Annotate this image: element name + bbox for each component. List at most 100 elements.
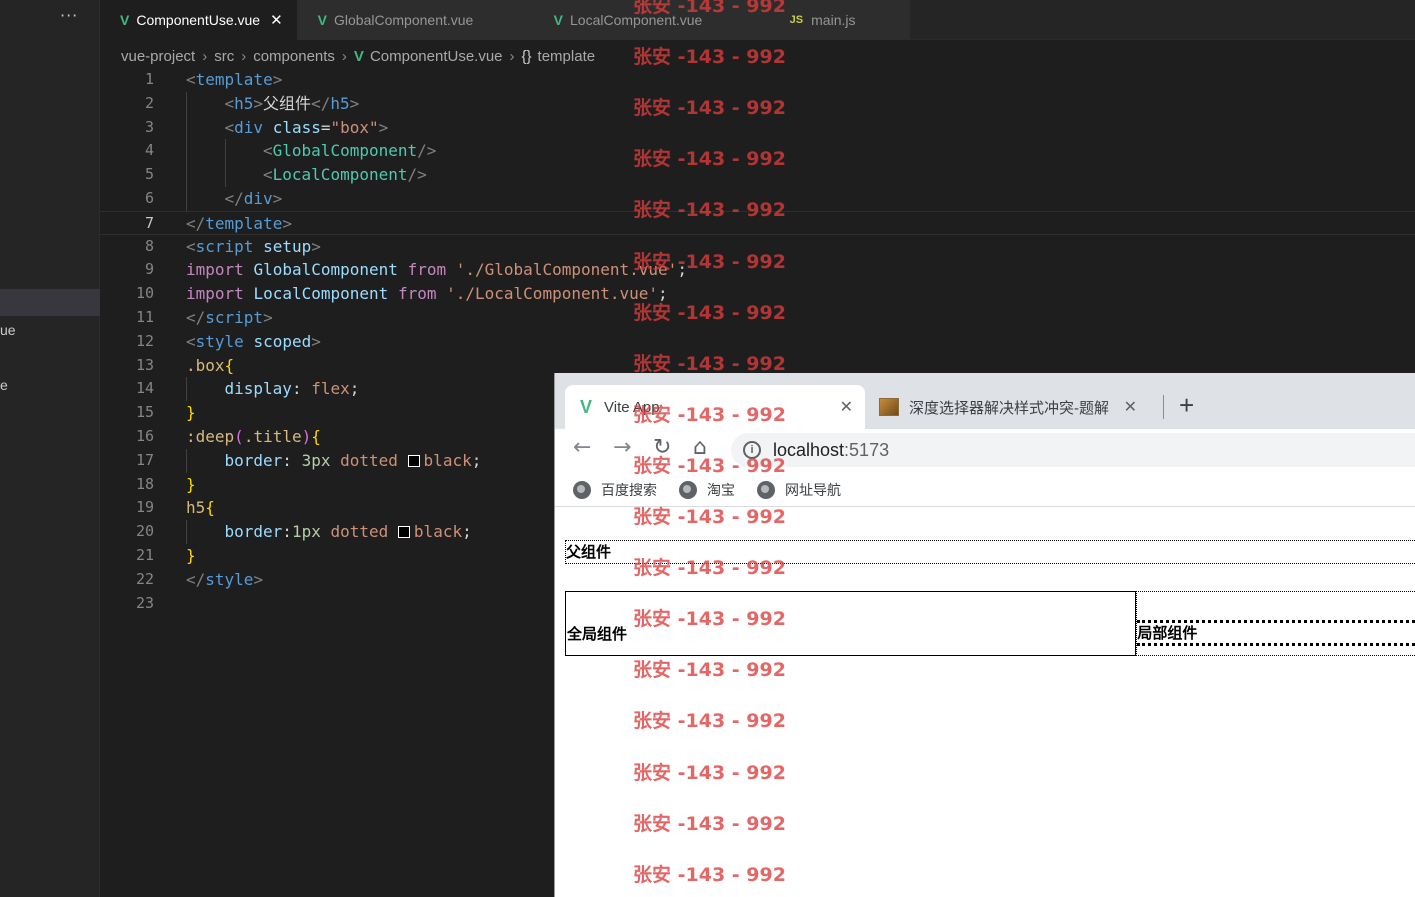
- tab-label: ComponentUse.vue: [136, 12, 261, 28]
- code-token: dotted: [330, 522, 389, 542]
- code-token: h5: [234, 93, 254, 113]
- vue-icon: V: [553, 12, 564, 28]
- close-icon[interactable]: ✕: [840, 397, 853, 417]
- line-number: 12: [135, 331, 154, 350]
- code-line[interactable]: 4 <GlobalComponent/>: [100, 139, 1415, 164]
- code-token: <: [186, 331, 196, 351]
- color-swatch-icon[interactable]: [397, 526, 410, 539]
- browser-window: V Vite App ✕ 深度选择器解决样式冲突-题解 ✕ + ← → ↻ ⌂ …: [554, 373, 1415, 897]
- code-line[interactable]: 8 <script setup>: [100, 235, 1415, 259]
- code-line[interactable]: 12 <style scoped>: [100, 330, 1415, 354]
- indent-guide: [186, 377, 187, 402]
- breadcrumb-components[interactable]: components: [253, 48, 335, 65]
- color-swatch-icon[interactable]: [407, 454, 420, 467]
- address-bar[interactable]: i localhost:5173: [731, 433, 1415, 467]
- code-token: :: [282, 522, 292, 542]
- tab-label: GlobalComponent.vue: [334, 12, 474, 28]
- new-tab-button[interactable]: +: [1179, 390, 1194, 421]
- home-icon[interactable]: ⌂: [693, 435, 707, 460]
- code-token: =: [320, 117, 331, 137]
- reload-icon[interactable]: ↻: [653, 435, 671, 460]
- breadcrumb-symbol[interactable]: template: [538, 48, 596, 65]
- code-token: import: [186, 260, 244, 280]
- code-line[interactable]: 5 <LocalComponent/>: [100, 163, 1415, 188]
- bookmark-taobao[interactable]: 淘宝: [679, 480, 735, 500]
- code-token: './LocalComponent.vue': [446, 284, 659, 304]
- indent-guide: [224, 163, 226, 188]
- code-token: </: [186, 307, 206, 327]
- explorer-item-fragment[interactable]: e: [0, 377, 8, 393]
- breadcrumb-src[interactable]: src: [214, 48, 234, 65]
- code-line[interactable]: 6 </div>: [100, 186, 1415, 211]
- code-token: :deep: [186, 426, 235, 446]
- code-token: ;: [349, 379, 360, 399]
- close-icon[interactable]: ✕: [1124, 397, 1137, 417]
- chevron-right-icon: ›: [509, 47, 515, 65]
- explorer-item-fragment[interactable]: ue: [0, 322, 16, 338]
- code-token: scoped: [253, 331, 312, 351]
- code-text: .box{: [186, 354, 234, 378]
- code-token: }: [186, 474, 196, 494]
- code-token: />: [407, 165, 427, 185]
- tab-label: main.js: [811, 12, 856, 28]
- code-line[interactable]: 1 <template>: [100, 68, 1415, 92]
- line-number: 1: [144, 70, 154, 88]
- tab-globalcomponent-vue[interactable]: V GlobalComponent.vue: [297, 0, 534, 40]
- close-icon[interactable]: ✕: [270, 11, 283, 29]
- tab-componentuse-vue[interactable]: V ComponentUse.vue ✕: [100, 0, 298, 40]
- bookmark-baidu-search[interactable]: 百度搜索: [573, 480, 657, 500]
- tab-localcomponent-vue[interactable]: V LocalComponent.vue: [533, 0, 770, 40]
- code-line[interactable]: 9 import GlobalComponent from './GlobalCo…: [100, 258, 1415, 282]
- browser-tab-strip: V Vite App ✕ 深度选择器解决样式冲突-题解 ✕ +: [555, 373, 1415, 429]
- breadcrumb-project[interactable]: vue-project: [121, 48, 195, 65]
- tab-main-js[interactable]: JS main.js: [769, 0, 910, 40]
- code-line[interactable]: 2 <h5>父组件</h5>: [100, 91, 1415, 116]
- more-actions-icon[interactable]: ···: [60, 6, 78, 25]
- vue-icon: V: [353, 47, 364, 65]
- site-info-icon[interactable]: i: [743, 441, 761, 459]
- code-token: template: [195, 70, 273, 89]
- page-viewport: 父组件 全局组件 局部组件: [555, 513, 1415, 897]
- code-text: </div>: [225, 187, 283, 211]
- code-token: :: [291, 379, 312, 399]
- line-number: 14: [135, 379, 154, 398]
- code-token: dotted: [340, 450, 398, 470]
- symbol-braces-icon: {}: [521, 47, 532, 65]
- browser-tab-deep-selector[interactable]: 深度选择器解决样式冲突-题解 ✕: [877, 385, 1149, 429]
- code-line[interactable]: 10 import LocalComponent from './LocalCom…: [100, 282, 1415, 306]
- code-token: setup: [263, 236, 312, 256]
- code-token: div: [243, 188, 273, 208]
- code-text: h5{: [186, 496, 215, 520]
- code-token: script: [205, 307, 264, 327]
- code-text: </script>: [186, 306, 273, 330]
- code-token: >: [311, 236, 321, 256]
- code-line[interactable]: 3 <div class="box">: [100, 115, 1415, 140]
- explorer-selected-row[interactable]: [0, 289, 100, 316]
- code-line[interactable]: 11 </script>: [100, 306, 1415, 330]
- code-token: </: [186, 569, 206, 589]
- code-token: <: [263, 165, 273, 185]
- code-token: >: [272, 188, 283, 208]
- line-number: 8: [144, 236, 154, 255]
- code-token: (: [234, 426, 244, 446]
- forward-arrow-icon[interactable]: →: [613, 435, 631, 460]
- code-line[interactable]: 7 </template>: [100, 210, 1415, 235]
- bookmark-site-navigation[interactable]: 网址导航: [757, 480, 841, 500]
- code-token: style: [195, 331, 244, 351]
- globe-icon: [679, 480, 697, 499]
- indent-guide: [186, 448, 187, 473]
- back-arrow-icon[interactable]: ←: [573, 435, 591, 460]
- code-token: >: [282, 213, 292, 233]
- line-number: 11: [135, 307, 154, 326]
- browser-tab-vite-app[interactable]: V Vite App ✕: [565, 385, 865, 429]
- code-token: h5: [330, 93, 350, 113]
- breadcrumb-file[interactable]: ComponentUse.vue: [370, 48, 503, 65]
- code-token: black: [413, 522, 463, 542]
